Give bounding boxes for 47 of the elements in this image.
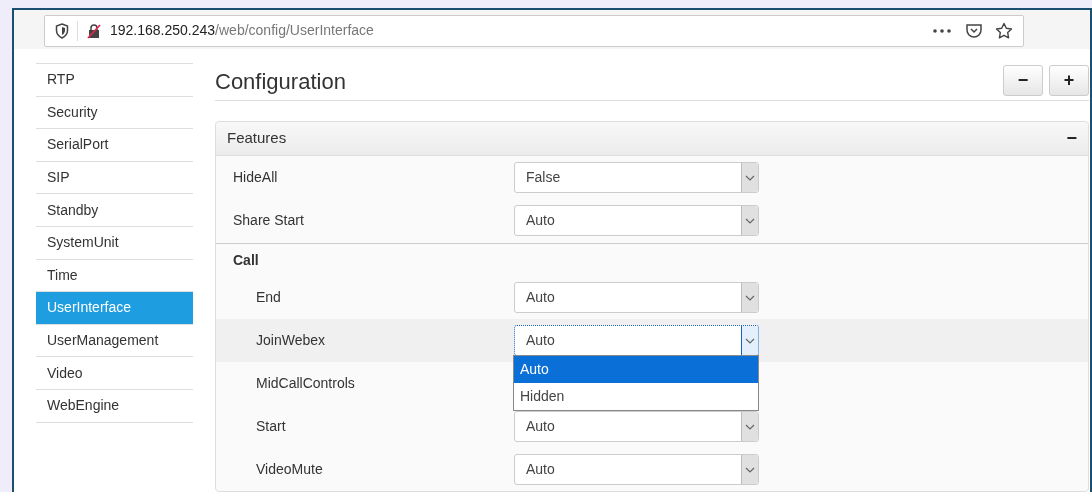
select-field[interactable]: Auto [514,205,759,236]
select-field[interactable]: False [514,162,759,193]
group-heading: Call [233,250,259,270]
sidebar-item[interactable]: UserManagement [36,324,193,358]
chevron-down-icon [745,294,755,301]
expand-all-button[interactable]: + [1049,64,1089,96]
setting-label: Share Start [232,211,305,230]
sidebar-item[interactable]: SIP [36,161,193,195]
panel-collapse-toggle[interactable]: − [1066,125,1077,152]
select-value: Auto [525,460,555,479]
select-value: False [525,168,561,187]
sidebar-item[interactable]: Security [36,96,193,130]
dropdown-option[interactable]: Auto [514,356,758,383]
bookmark-star-icon[interactable] [995,21,1013,40]
chevron-down-icon [745,217,755,224]
chevron-down-icon [745,337,755,344]
panel-title: Features [227,128,287,149]
shield-icon[interactable] [55,22,69,39]
select-field[interactable]: Auto [514,325,759,356]
collapse-all-button[interactable]: − [1003,64,1043,96]
setting-label: JoinWebex [255,331,326,350]
pocket-icon[interactable] [965,22,983,39]
chevron-down-icon [745,466,755,473]
sidebar-item[interactable]: RTP [36,64,193,97]
sidebar-item[interactable]: SerialPort [36,129,193,162]
setting-label: End [255,288,282,307]
sidebar-item[interactable]: SystemUnit [36,226,193,260]
setting-label: HideAll [232,168,279,187]
url-text[interactable]: 192.168.250.243/web/config/UserInterface [110,20,374,41]
select-field[interactable]: Auto [514,282,759,313]
chevron-down-icon [745,423,755,430]
setting-label: MidCallControls [255,374,356,393]
select-field[interactable]: Auto [514,411,759,442]
sidebar-item[interactable]: WebEngine [36,389,193,423]
sidebar-item[interactable]: Standby [36,194,193,227]
select-value: Auto [525,417,555,436]
select-value: Auto [525,331,555,350]
select-value: Auto [525,211,555,230]
setting-label: Start [255,417,287,436]
page-title: Configuration [215,68,346,96]
more-icon[interactable] [933,28,951,33]
select-field[interactable]: Auto [514,454,759,485]
setting-label: VideoMute [255,460,324,479]
insecure-lock-icon[interactable] [86,22,102,39]
sidebar-item[interactable]: Video [36,357,193,390]
select-value: Auto [525,288,555,307]
chevron-down-icon [745,174,755,181]
